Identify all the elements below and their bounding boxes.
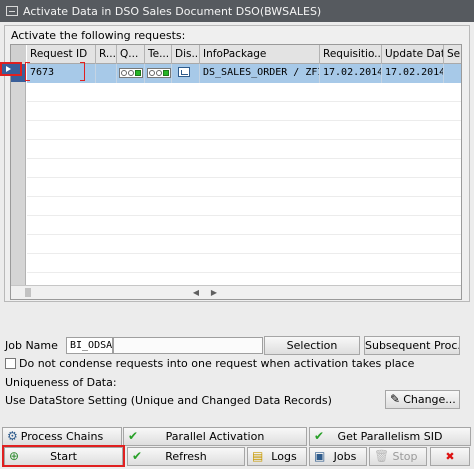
logs-button[interactable]: ▤ Logs xyxy=(247,447,307,466)
get-parallelism-sid-button[interactable]: ✔ Get Parallelism SID xyxy=(309,427,471,446)
select-all-cell[interactable] xyxy=(11,45,26,63)
cell-update-date[interactable]: 17.02.2014 xyxy=(382,64,444,83)
checkmark-icon: ✔ xyxy=(314,429,325,443)
window-title: Activate Data in DSO Sales Document DSO(… xyxy=(23,4,322,18)
highlight-bracket-left xyxy=(25,62,30,81)
process-chain-icon: ⚙ xyxy=(7,429,18,443)
no-condense-checkbox[interactable] xyxy=(5,358,16,369)
col-requisition[interactable]: Requisitio... xyxy=(320,45,382,64)
col-update-date[interactable]: Update Date xyxy=(382,45,444,64)
checkmark-icon: ✔ xyxy=(128,429,139,443)
scroll-left-button[interactable]: ◀ xyxy=(189,286,203,299)
job-name-field[interactable]: BI_ODSA xyxy=(66,337,113,354)
job-name-label: Job Name xyxy=(5,339,58,352)
cell-requisition-date[interactable]: 17.02.2014 xyxy=(320,64,382,83)
pencil-icon: ✎ xyxy=(390,392,401,406)
requests-group: Activate the following requests: Request… xyxy=(4,25,470,302)
requests-table: Request ID R... Q... Te... Dis... InfoPa… xyxy=(10,44,462,300)
cell-request-id[interactable]: 7673 xyxy=(27,64,96,83)
col-q[interactable]: Q... xyxy=(117,45,145,64)
process-chains-button[interactable]: ⚙ Process Chains xyxy=(2,427,122,446)
checkmark-icon: ✔ xyxy=(132,449,143,463)
jobs-icon: ▣ xyxy=(314,449,326,463)
cancel-button[interactable]: ✖ xyxy=(430,447,470,466)
cell-infopackage[interactable]: DS_SALES_ORDER / ZFIL... xyxy=(200,64,320,83)
start-highlight-frame xyxy=(2,445,125,467)
table-header: Request ID R... Q... Te... Dis... InfoPa… xyxy=(27,45,461,64)
col-se[interactable]: Se xyxy=(444,45,461,64)
status-lights-icon xyxy=(147,68,171,78)
col-infopackage[interactable]: InfoPackage xyxy=(200,45,320,64)
scroll-thumb[interactable] xyxy=(25,288,31,297)
col-dis[interactable]: Dis... xyxy=(172,45,200,64)
cell-r xyxy=(96,64,117,83)
col-r[interactable]: R... xyxy=(96,45,117,64)
process-chains-label: Process Chains xyxy=(20,430,104,443)
trash-icon: 🗑 xyxy=(374,449,390,463)
change-button[interactable]: ✎ Change... xyxy=(385,390,460,409)
row-selector-column xyxy=(11,45,26,285)
job-name-extension-field[interactable] xyxy=(113,337,263,354)
refresh-label: Refresh xyxy=(165,450,207,463)
subsequent-proc-button[interactable]: Subsequent Proc. xyxy=(364,336,460,355)
col-te[interactable]: Te... xyxy=(145,45,172,64)
monitor-icon[interactable] xyxy=(178,67,190,77)
cell-quality-status[interactable] xyxy=(117,64,145,83)
highlight-arrow-icon xyxy=(0,62,22,76)
highlight-bracket-right xyxy=(80,62,85,81)
table-row[interactable]: 7673 DS_SALES_ORDER / ZFIL... xyxy=(27,64,461,83)
col-request-id[interactable]: Request ID xyxy=(27,45,96,64)
window-menu-icon[interactable] xyxy=(6,6,18,16)
status-lights-icon xyxy=(119,68,143,78)
horizontal-scrollbar[interactable]: ◀ ▶ xyxy=(11,285,461,299)
refresh-button[interactable]: ✔ Refresh xyxy=(127,447,245,466)
get-parallelism-sid-label: Get Parallelism SID xyxy=(337,430,443,443)
empty-rows xyxy=(27,83,461,285)
datastore-setting-text: Use DataStore Setting (Unique and Change… xyxy=(5,394,332,407)
parallel-activation-label: Parallel Activation xyxy=(165,430,265,443)
stop-button[interactable]: 🗑 Stop xyxy=(369,447,427,466)
close-icon: ✖ xyxy=(445,450,455,463)
jobs-button[interactable]: ▣ Jobs xyxy=(309,447,367,466)
no-condense-label: Do not condense requests into one reques… xyxy=(19,357,415,370)
uniqueness-label: Uniqueness of Data: xyxy=(5,376,117,389)
group-title: Activate the following requests: xyxy=(11,29,186,42)
cell-technical-status[interactable] xyxy=(145,64,172,83)
parallel-activation-button[interactable]: ✔ Parallel Activation xyxy=(123,427,307,446)
cell-display[interactable] xyxy=(172,64,200,83)
selection-button[interactable]: Selection xyxy=(264,336,360,355)
cell-se[interactable] xyxy=(444,64,461,83)
scroll-right-button[interactable]: ▶ xyxy=(207,286,221,299)
logs-icon: ▤ xyxy=(252,449,264,463)
title-bar: Activate Data in DSO Sales Document DSO(… xyxy=(0,0,474,22)
